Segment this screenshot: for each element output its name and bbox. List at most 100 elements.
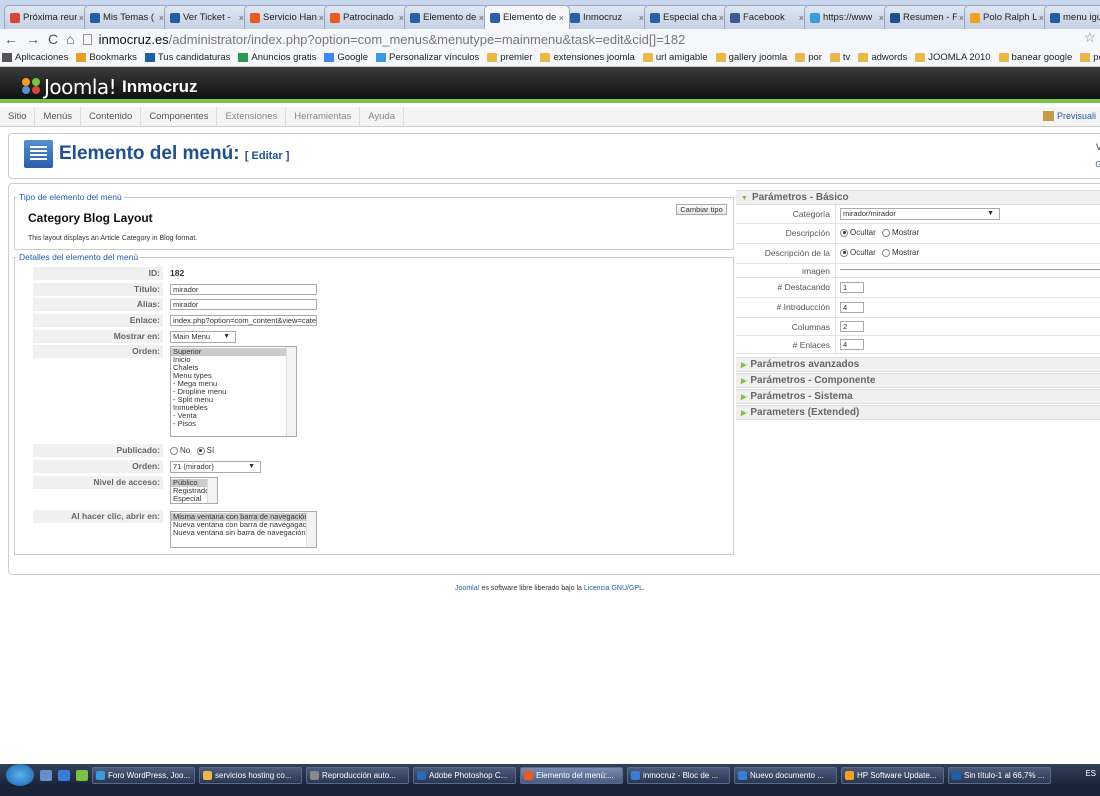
bookmark-item[interactable]: peliculas <box>1080 52 1100 63</box>
param-row-spacer <box>736 264 1100 278</box>
scrollbar[interactable] <box>286 347 296 436</box>
menu-componentes[interactable]: Componentes <box>141 107 218 126</box>
titulo-input[interactable]: mirador <box>170 284 317 295</box>
browser-tab[interactable]: Ver Ticket - × <box>164 5 250 29</box>
taskbar-button[interactable]: Reproducción auto... <box>306 766 409 784</box>
browser-tab[interactable]: Elemento de × <box>484 5 570 29</box>
home-icon[interactable]: ⌂ <box>66 30 74 48</box>
bookmark-item[interactable]: por <box>795 52 822 63</box>
enlaces-input[interactable]: 4 <box>840 339 864 350</box>
intro-input[interactable]: 4 <box>840 302 864 313</box>
param-row-intro: # Introducción 4 <box>736 298 1100 318</box>
bookmark-item[interactable]: Anuncios gratis <box>238 52 316 63</box>
app-icon <box>524 770 533 780</box>
list-option[interactable]: Nueva ventana sin barra de navegación <box>171 529 316 537</box>
acceso-listbox[interactable]: Público Registrado Especial <box>170 477 218 504</box>
taskbar-button[interactable]: Nuevo documento ... <box>734 766 837 784</box>
bookmark-item[interactable]: extensiones joomla <box>540 52 635 63</box>
params-extended-title: Parameters (Extended) <box>750 407 860 418</box>
browser-tab[interactable]: Especial cha × <box>644 5 730 29</box>
desc-mostrar-radio[interactable] <box>882 228 891 237</box>
bookmark-item[interactable]: Tus candidaturas <box>144 52 230 63</box>
categoria-select[interactable]: mirador/mirador ▼ <box>840 208 1000 220</box>
browser-tab[interactable]: https://www × <box>804 5 890 29</box>
bookmark-star-icon[interactable]: ☆ <box>1083 29 1096 46</box>
browser-tab[interactable]: Elemento de × <box>404 5 490 29</box>
browser-tab[interactable]: Resumen - F × <box>884 5 970 29</box>
params-basic-header[interactable]: ▼ Parámetros - Básico <box>736 190 1100 205</box>
bookmark-item[interactable]: url amigable <box>642 52 708 63</box>
language-indicator[interactable]: ES <box>1085 769 1096 778</box>
browser-tab[interactable]: Mis Temas (× <box>84 5 170 29</box>
menu-extensiones[interactable]: Extensiones <box>217 107 287 126</box>
taskbar-button[interactable]: HP Software Update... <box>841 766 944 784</box>
start-button[interactable] <box>6 764 34 786</box>
clic-listbox[interactable]: Misma ventana con barra de navegación Nue… <box>170 511 317 548</box>
taskbar-button[interactable]: inmocruz - Bloc de ... <box>627 766 730 784</box>
show-desktop-icon[interactable] <box>40 769 52 781</box>
alias-input[interactable]: mirador <box>170 299 317 310</box>
browser-tab[interactable]: Polo Ralph L × <box>964 5 1050 29</box>
bookmark-item[interactable]: Aplicaciones <box>2 52 68 63</box>
browser-tab[interactable]: Facebook × <box>724 5 810 29</box>
preview-label: Previsuali <box>1056 111 1096 121</box>
license-link[interactable]: Licencia GNU/GPL <box>584 585 643 592</box>
taskbar-button[interactable]: Sin título-1 al 66,7% ... <box>948 766 1051 784</box>
list-option[interactable]: - Pisos <box>171 420 296 428</box>
ie-icon[interactable] <box>58 769 70 781</box>
reload-icon[interactable]: C <box>48 30 58 48</box>
url-field[interactable]: inmocruz.es/administrator/index.php?opti… <box>99 32 686 47</box>
enlace-input[interactable]: index.php?option=com_content&view=catego… <box>170 315 317 326</box>
desc-ocultar-radio[interactable] <box>840 228 848 237</box>
bookmark-item[interactable]: Personalizar vínculos <box>375 52 479 63</box>
menu-ayuda[interactable]: Ayuda <box>360 107 405 126</box>
params-advanced-header[interactable]: ▶ Parámetros avanzados <box>736 357 1100 372</box>
destacando-input[interactable]: 1 <box>840 282 864 293</box>
separator-line <box>840 269 1100 270</box>
bookmark-item[interactable]: Bookmarks <box>76 52 137 63</box>
pub-no-radio[interactable] <box>170 446 178 455</box>
bookmark-item[interactable]: banear google <box>998 52 1072 63</box>
bookmark-item[interactable]: adwords <box>858 52 907 63</box>
bookmark-item[interactable]: JOOMLA 2010 <box>915 52 991 63</box>
orden-listbox[interactable]: Superior Inicio Chalets Menu types - Mega me… <box>170 346 297 437</box>
forward-icon[interactable]: → <box>26 30 40 48</box>
taskbar-button[interactable]: Foro WordPress, Joo... <box>92 766 195 784</box>
params-system-header[interactable]: ▶ Parámetros - Sistema <box>736 389 1100 404</box>
toolbar-button-partial[interactable]: V <box>1096 142 1100 152</box>
back-icon[interactable]: ← <box>4 30 18 48</box>
pub-si-radio[interactable] <box>196 446 205 455</box>
mostrar-select[interactable]: Main Menu ▼ <box>170 331 236 343</box>
bookmark-item[interactable]: tv <box>829 52 850 63</box>
menu-sitio[interactable]: Sitio <box>0 107 36 126</box>
params-extended-header[interactable]: ▶ Parameters (Extended) <box>736 405 1100 420</box>
taskbar-button[interactable]: Elemento del menú:... <box>520 766 623 784</box>
bookmark-item[interactable]: gallery joomla <box>715 52 787 63</box>
img-ocultar-radio[interactable] <box>840 248 848 257</box>
img-mostrar-radio[interactable] <box>882 248 891 257</box>
quicklaunch-icon[interactable] <box>76 769 88 781</box>
taskbar-button[interactable]: Adobe Photoshop C... <box>413 766 516 784</box>
browser-tab[interactable]: Inmocruz × <box>564 5 650 29</box>
bookmark-item[interactable]: Google <box>324 52 368 63</box>
tab-close-icon[interactable]: × <box>559 13 564 23</box>
menu-menus[interactable]: Menús <box>35 107 81 126</box>
change-type-button[interactable]: Cambiar tipo <box>676 204 727 215</box>
browser-tab[interactable]: Patrocinado × <box>324 5 410 29</box>
browser-tab[interactable]: Servicio Han × <box>244 5 330 29</box>
orden2-select[interactable]: 71 (mirador) ▼ <box>170 461 261 473</box>
menu-herramientas[interactable]: Herramientas <box>286 107 361 126</box>
tab-label: Patrocinado <box>343 12 394 23</box>
menu-contenido[interactable]: Contenido <box>81 107 142 126</box>
bookmark-item[interactable]: premier <box>487 52 532 63</box>
params-component-header[interactable]: ▶ Parámetros - Componente <box>736 373 1100 388</box>
browser-tab[interactable]: Próxima reun × <box>4 5 90 29</box>
scrollbar[interactable] <box>207 478 217 503</box>
browser-tab[interactable]: menu igual× <box>1044 5 1100 29</box>
columnas-input[interactable]: 2 <box>840 321 864 332</box>
preview-link[interactable]: Previsuali <box>1042 111 1096 121</box>
toolbar-label-partial[interactable]: Gu <box>1095 160 1100 169</box>
footer: Joomla! es software libre liberado bajo … <box>0 585 1100 592</box>
scrollbar[interactable] <box>306 512 316 547</box>
taskbar-button[interactable]: servicios hosting co... <box>199 766 302 784</box>
